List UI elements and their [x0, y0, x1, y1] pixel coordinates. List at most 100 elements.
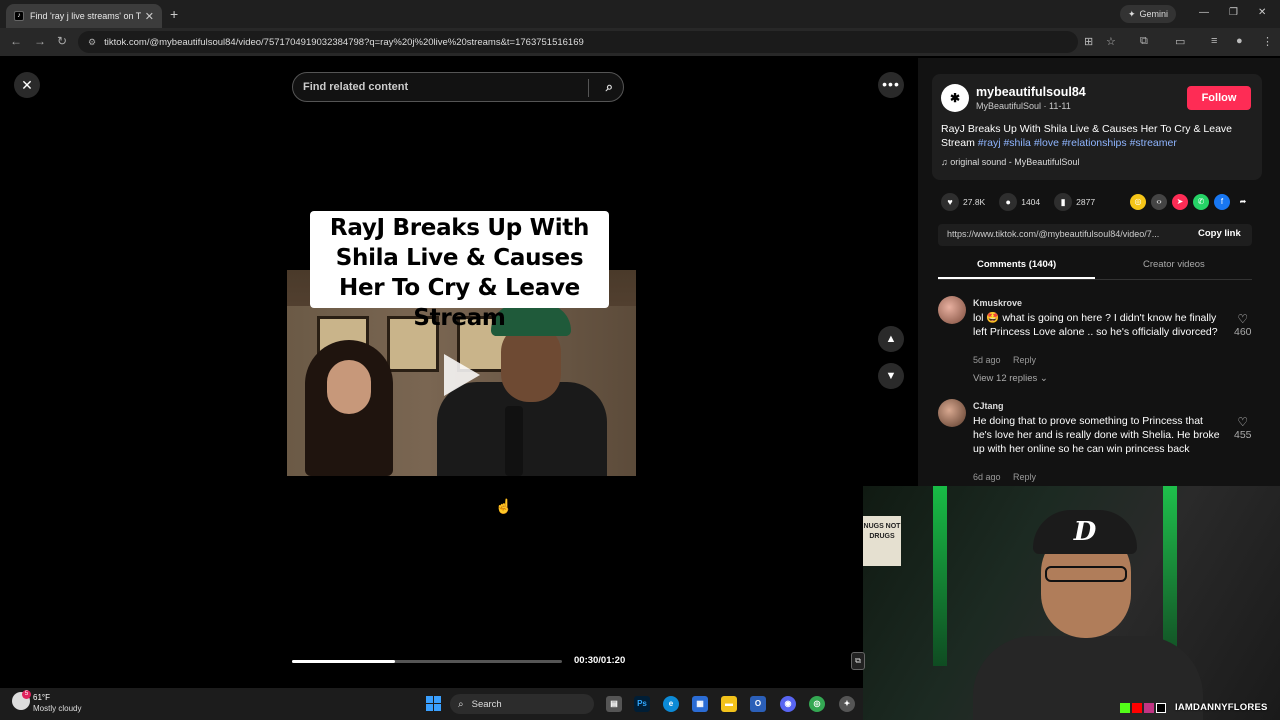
like-button[interactable]: ♥ 27.8K	[941, 193, 985, 211]
side-panel-icon[interactable]: ▭	[1175, 35, 1185, 48]
streamer-cap: D	[1033, 510, 1137, 554]
folder-icon[interactable]: ▬	[721, 696, 737, 712]
comment-like-button[interactable]: ♡ 455	[1234, 415, 1252, 441]
picture-in-picture-icon[interactable]: ⧉	[851, 652, 865, 670]
wall-sign: NUGS NOT DRUGS	[863, 516, 901, 566]
video-progress-bar[interactable]	[292, 660, 562, 663]
reload-icon[interactable]: ↻	[57, 34, 67, 48]
creator-username[interactable]: mybeautifulsoul84	[976, 85, 1086, 99]
send-icon[interactable]: ➤	[1172, 194, 1188, 210]
hashtag-link[interactable]: #shila	[1003, 137, 1030, 149]
more-icon: •••	[882, 76, 900, 92]
video-timecode: 00:30/01:20	[574, 655, 626, 666]
app-icon[interactable]: ✦	[839, 696, 855, 712]
weather-description: Mostly cloudy	[33, 704, 82, 713]
share-options: ◎ ‹› ➤ ✆ f ➦	[1130, 194, 1251, 210]
green-light-strip	[933, 486, 947, 666]
comment-age: 6d ago	[973, 472, 1001, 482]
install-icon[interactable]: ⊞	[1084, 35, 1093, 48]
video-link-text: https://www.tiktok.com/@mybeautifulsoul8…	[947, 229, 1160, 239]
file-icon[interactable]: ▤	[606, 696, 622, 712]
outlook-icon[interactable]: O	[750, 696, 766, 712]
media-icon[interactable]: ≡	[1211, 35, 1217, 47]
comment-count: 1404	[1021, 197, 1041, 207]
tab-title: Find 'ray j live streams' on TikTok	[30, 11, 141, 21]
close-tab-icon[interactable]: ✕	[145, 10, 154, 23]
browser-toolbar: ← → ↻ ⚙ tiktok.com/@mybeautifulsoul84/vi…	[0, 28, 1280, 56]
weather-temperature: 61°F	[33, 693, 50, 702]
reply-button[interactable]: Reply	[1013, 355, 1036, 365]
profile-avatar-icon[interactable]: ●	[1236, 35, 1243, 47]
view-replies-button[interactable]: View 12 replies ⌄	[973, 373, 1048, 384]
creator-avatar[interactable]: ✱	[941, 84, 969, 112]
comment-button[interactable]: ● 1404	[999, 193, 1040, 211]
mouse-cursor-icon: ☝	[495, 498, 513, 514]
hashtag-link[interactable]: #rayj	[978, 137, 1001, 149]
discord-icon[interactable]: ◉	[780, 696, 796, 712]
streamer-handle: IAMDANNYFLORES	[1175, 702, 1268, 713]
chrome-icon[interactable]: ◎	[809, 696, 825, 712]
next-video-button[interactable]: ▼	[878, 363, 904, 389]
related-content-search[interactable]: Find related content ⌕	[292, 72, 624, 102]
like-count: 27.8K	[963, 197, 986, 207]
close-window-icon[interactable]: ✕	[1258, 7, 1266, 18]
avatar[interactable]	[938, 296, 966, 324]
whatsapp-icon[interactable]: ✆	[1193, 194, 1209, 210]
save-button[interactable]: ▮ 2877	[1054, 193, 1095, 211]
more-options-button[interactable]: •••	[878, 72, 904, 98]
forward-icon[interactable]: →	[34, 34, 46, 48]
hashtag-link[interactable]: #streamer	[1130, 137, 1177, 149]
taskbar-search[interactable]: ⌕ Search	[450, 694, 594, 714]
embed-icon[interactable]: ‹›	[1151, 194, 1167, 210]
minimize-icon[interactable]: —	[1199, 7, 1209, 18]
extensions-icon[interactable]: ⧉	[1140, 35, 1148, 48]
video-progress-fill	[292, 660, 395, 663]
heart-outline-icon: ♡	[1237, 312, 1249, 326]
hashtag-link[interactable]: #relationships	[1062, 137, 1127, 149]
tiktok-favicon-icon: ♪	[14, 11, 24, 21]
restore-icon[interactable]: ❐	[1229, 7, 1238, 18]
comment-username[interactable]: CJtang	[973, 401, 1004, 411]
search-icon: ⌕	[458, 698, 464, 710]
gemini-button[interactable]: ✦ Gemini	[1120, 5, 1177, 23]
comment-meta: 5d ago Reply	[973, 355, 1036, 365]
tab-comments[interactable]: Comments (1404)	[977, 259, 1056, 270]
comment-username[interactable]: Kmuskrove	[973, 298, 1022, 308]
site-info-icon[interactable]: ⚙	[88, 37, 96, 48]
coin-icon[interactable]: ◎	[1130, 194, 1146, 210]
share-arrow-icon[interactable]: ➦	[1235, 194, 1251, 210]
streamer-glasses	[1045, 566, 1127, 582]
tab-creator-videos[interactable]: Creator videos	[1143, 259, 1205, 270]
follow-button[interactable]: Follow	[1187, 86, 1251, 110]
comment-icon: ●	[999, 193, 1018, 211]
reply-button[interactable]: Reply	[1013, 472, 1036, 482]
bookmark-icon: ▮	[1054, 193, 1073, 211]
previous-video-button[interactable]: ▲	[878, 326, 904, 352]
hashtag-link[interactable]: #love	[1034, 137, 1059, 149]
avatar[interactable]	[938, 399, 966, 427]
new-tab-button[interactable]: +	[170, 6, 178, 22]
social-icons	[1120, 703, 1166, 713]
chevron-down-icon: ▼	[885, 370, 897, 382]
close-icon: ✕	[21, 77, 33, 93]
store-icon[interactable]: ▦	[692, 696, 708, 712]
youtube-icon	[1132, 703, 1142, 713]
sound-link[interactable]: ♫ original sound - MyBeautifulSoul	[941, 157, 1079, 167]
close-video-button[interactable]: ✕	[14, 72, 40, 98]
facebook-icon[interactable]: f	[1214, 194, 1230, 210]
search-icon[interactable]: ⌕	[606, 79, 613, 95]
comment-like-button[interactable]: ♡ 460	[1234, 312, 1252, 338]
browser-tab[interactable]: ♪ Find 'ray j live streams' on TikTok ✕	[6, 4, 162, 28]
chrome-menu-icon[interactable]: ⋮	[1262, 35, 1273, 48]
play-icon[interactable]	[444, 354, 480, 396]
back-icon[interactable]: ←	[10, 34, 22, 48]
address-bar[interactable]: ⚙ tiktok.com/@mybeautifulsoul84/video/75…	[78, 31, 1078, 53]
edge-icon[interactable]: e	[663, 696, 679, 712]
bookmark-star-icon[interactable]: ☆	[1106, 35, 1116, 48]
windows-start-icon[interactable]	[426, 696, 441, 711]
music-note-icon: ♫	[941, 157, 948, 167]
photoshop-icon[interactable]: Ps	[634, 696, 650, 712]
browser-tab-strip: ♪ Find 'ray j live streams' on TikTok ✕ …	[0, 0, 1280, 28]
copy-link-button[interactable]: Copy link	[1198, 228, 1241, 239]
view-replies-label: View 12 replies	[973, 373, 1038, 384]
